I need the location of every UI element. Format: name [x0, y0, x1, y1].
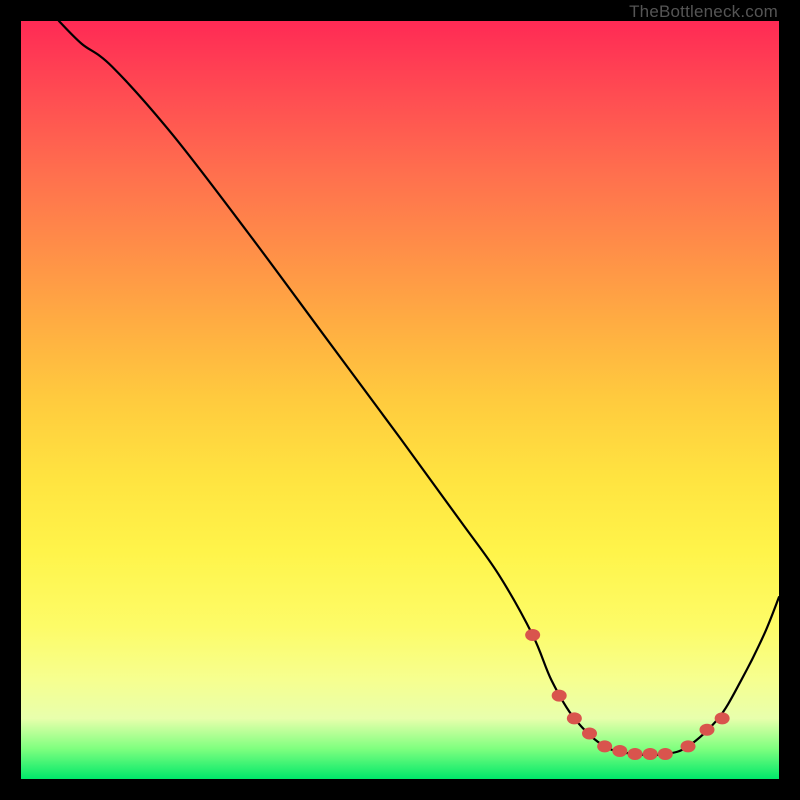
bottleneck-curve — [59, 21, 779, 755]
attribution-label: TheBottleneck.com — [629, 2, 778, 22]
dot-marker — [658, 748, 673, 760]
dot-marker — [643, 748, 658, 760]
dot-marker — [597, 740, 612, 752]
chart-frame: TheBottleneck.com — [0, 0, 800, 800]
chart-svg — [21, 21, 779, 779]
dot-marker — [627, 748, 642, 760]
optimal-range-dots — [525, 629, 730, 760]
plot-area — [21, 21, 779, 779]
dot-marker — [699, 724, 714, 736]
dot-marker — [552, 690, 567, 702]
dot-marker — [715, 712, 730, 724]
dot-marker — [567, 712, 582, 724]
dot-marker — [681, 740, 696, 752]
dot-marker — [612, 745, 627, 757]
dot-marker — [525, 629, 540, 641]
dot-marker — [582, 728, 597, 740]
